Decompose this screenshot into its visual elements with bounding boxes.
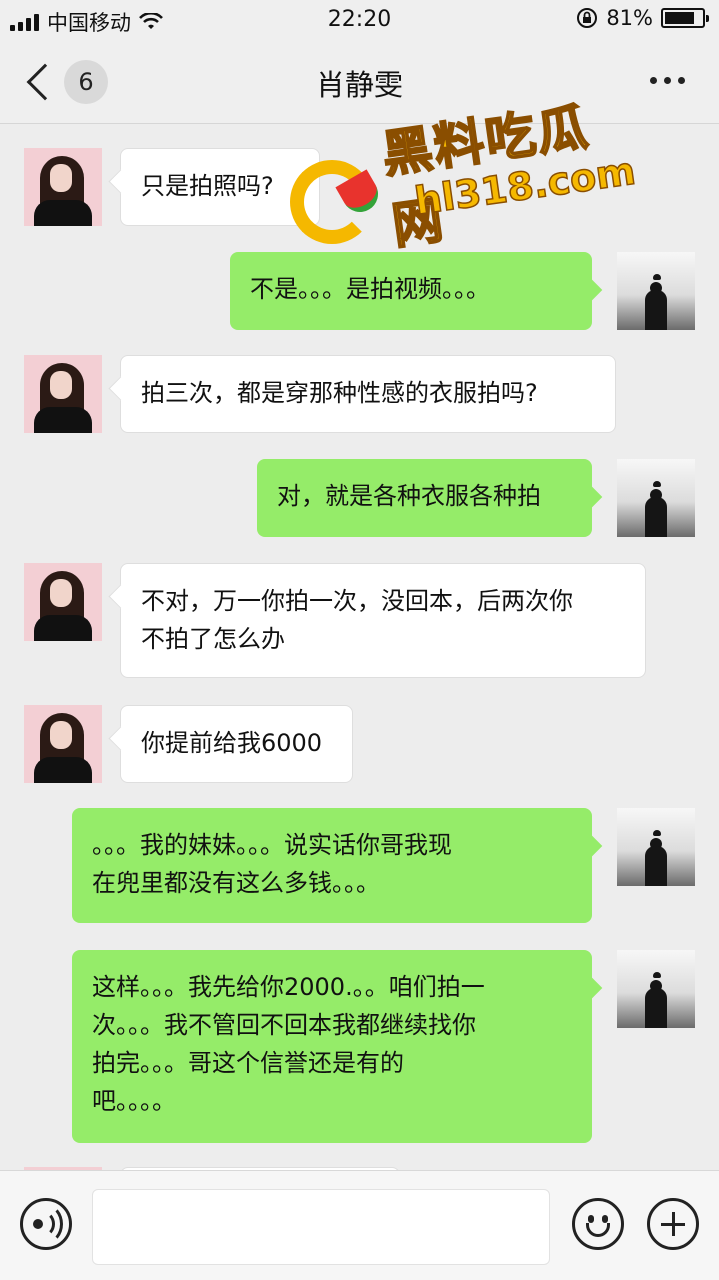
message-bubble[interactable]: 。。。我的妹妹。。。说实话你哥我现 在兜里都没有这么多钱。。。 (72, 808, 592, 923)
message-input[interactable] (92, 1189, 550, 1265)
watermark: 黑料吃瓜网 hl318.com (290, 80, 639, 260)
self-avatar[interactable] (617, 252, 695, 330)
orientation-lock-icon (577, 8, 598, 28)
input-bar (0, 1170, 719, 1280)
more-icon[interactable] (650, 77, 685, 84)
message-bubble[interactable]: 对，就是各种衣服各种拍 (257, 459, 592, 537)
message-bubble[interactable]: 这样。。。我先给你2000.。。咱们拍一 次。。。我不管回不回本我都继续找你 拍… (72, 950, 592, 1143)
plus-icon[interactable] (647, 1198, 699, 1250)
self-avatar[interactable] (617, 808, 695, 886)
emoji-icon[interactable] (572, 1198, 624, 1250)
message-bubble[interactable]: 拍三次，都是穿那种性感的衣服拍吗? (120, 355, 616, 433)
message-list[interactable]: 只是拍照吗? 不是。。。是拍视频。。。 拍三次，都是穿那种性感的衣服拍吗? 对，… (0, 125, 719, 1170)
message-bubble[interactable]: 不对，万一你拍一次，没回本，后两次你 不拍了怎么办 (120, 563, 646, 678)
contact-avatar[interactable] (24, 148, 102, 226)
status-bar: 中国移动 22:20 81% (0, 0, 719, 40)
contact-avatar[interactable] (24, 705, 102, 783)
contact-avatar[interactable] (24, 563, 102, 641)
message-bubble[interactable]: 你提前给我6000 (120, 705, 353, 783)
battery-percent: 81% (606, 6, 653, 30)
voice-icon[interactable] (20, 1198, 72, 1250)
message-bubble[interactable]: 不是。。。是拍视频。。。 (230, 252, 592, 330)
self-avatar[interactable] (617, 950, 695, 1028)
battery-icon (661, 8, 709, 28)
self-avatar[interactable] (617, 459, 695, 537)
contact-avatar[interactable] (24, 355, 102, 433)
